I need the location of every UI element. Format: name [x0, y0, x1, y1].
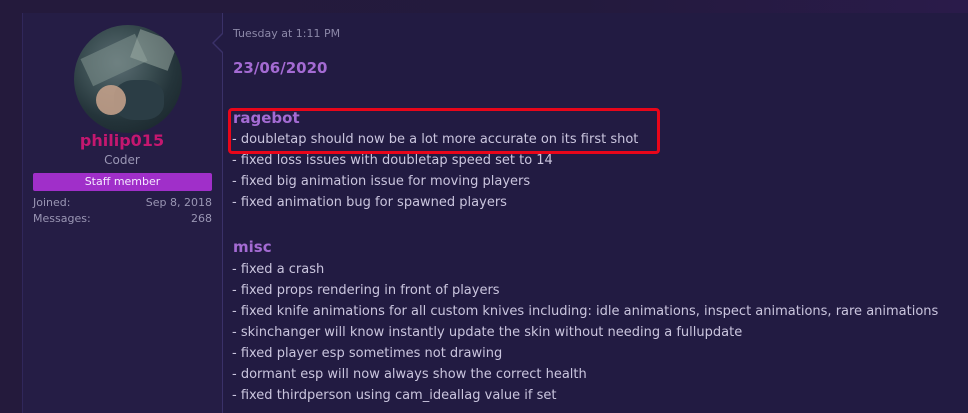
user-role: Coder: [104, 153, 140, 167]
post-arrow-inner: [214, 34, 223, 52]
list-item: - fixed big animation issue for moving p…: [232, 174, 531, 189]
list-item: - fixed player esp sometimes not drawing: [232, 346, 503, 361]
messages-label: Messages:: [33, 212, 91, 225]
post-date-heading: 23/06/2020: [233, 59, 328, 77]
list-item: - fixed thirdperson using cam_ideallag v…: [232, 388, 557, 403]
list-item: - fixed animation bug for spawned player…: [232, 195, 507, 210]
joined-value: Sep 8, 2018: [145, 196, 212, 209]
list-item: - fixed a crash: [232, 262, 325, 277]
list-item: - fixed props rendering in front of play…: [232, 283, 500, 298]
messages-stat: Messages: 268: [33, 212, 212, 225]
avatar[interactable]: [74, 25, 182, 133]
list-item: - fixed knife animations for all custom …: [232, 304, 939, 319]
joined-label: Joined:: [33, 196, 71, 209]
list-item: - dormant esp will now always show the c…: [232, 367, 587, 382]
list-item: - skinchanger will know instantly update…: [232, 325, 743, 340]
username-link[interactable]: philip015: [22, 131, 222, 150]
messages-value[interactable]: 268: [191, 212, 212, 225]
joined-stat: Joined: Sep 8, 2018: [33, 196, 212, 209]
section-title-misc: misc: [233, 238, 272, 256]
post-timestamp[interactable]: Tuesday at 1:11 PM: [233, 27, 340, 40]
list-item: - fixed loss issues with doubletap speed…: [232, 153, 553, 168]
staff-badge: Staff member: [33, 173, 212, 191]
highlight-box: [228, 108, 660, 154]
